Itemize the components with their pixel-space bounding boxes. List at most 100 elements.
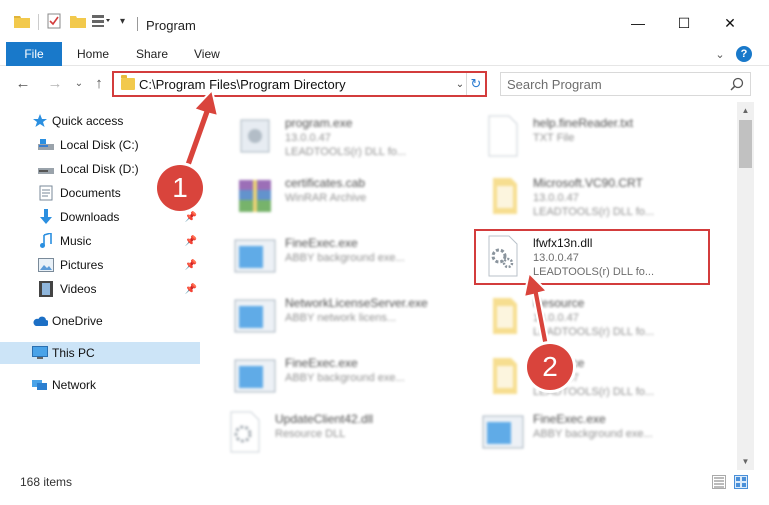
list-item[interactable]: Resource 13.0.0.47 LEADTOOLS(r) DLL fo..… <box>473 288 723 344</box>
help-icon[interactable]: ? <box>736 46 752 62</box>
dll-gear-icon <box>230 411 260 453</box>
file-meta: ABBY background exe... <box>533 428 653 440</box>
large-icons-view-icon[interactable] <box>734 475 748 489</box>
file-name: NetworkLicenseServer.exe <box>285 296 428 310</box>
maximize-button[interactable]: ☐ <box>662 10 706 36</box>
minimize-button[interactable]: — <box>616 10 660 36</box>
status-bar: 168 items <box>0 470 769 505</box>
file-name: FineExec.exe <box>533 412 606 426</box>
sidebar-item-local-disk-c[interactable]: Local Disk (C:) <box>0 134 200 156</box>
new-folder-icon[interactable] <box>70 11 86 31</box>
sidebar-item-pictures[interactable]: Pictures 📌 <box>0 254 200 276</box>
sidebar-item-music[interactable]: Music 📌 <box>0 230 200 252</box>
vertical-scrollbar[interactable]: ▲ ▼ <box>737 102 754 470</box>
title-divider <box>137 17 138 31</box>
expand-ribbon-icon[interactable]: ⌄ <box>712 46 728 62</box>
tab-share[interactable]: Share <box>136 42 168 66</box>
search-input[interactable] <box>507 76 727 92</box>
scroll-down-arrow-icon[interactable]: ▼ <box>737 453 754 470</box>
file-meta: Resource DLL <box>275 428 346 440</box>
app-window-icon <box>234 299 276 333</box>
file-meta: TXT File <box>533 132 575 144</box>
tab-home[interactable]: Home <box>77 42 109 66</box>
title-bar: ▾ Program — ☐ ✕ <box>0 0 769 42</box>
folder-icon <box>493 178 517 214</box>
file-name: Microsoft.VC90.CRT <box>533 176 643 190</box>
chevron-down-icon[interactable]: ⌄ <box>454 76 466 92</box>
list-item[interactable]: NetworkLicenseServer.exe ABBY network li… <box>225 288 475 344</box>
sidebar-item-label: Quick access <box>52 114 124 128</box>
cloud-icon <box>32 313 48 329</box>
list-item[interactable]: Resource 13.0.0.47 LEADTOOLS(r) DLL fo..… <box>473 348 723 404</box>
recent-locations-button[interactable]: ⌄ <box>70 73 88 93</box>
list-item[interactable]: Microsoft.VC90.CRT 13.0.0.47 LEADTOOLS(r… <box>473 168 723 224</box>
search-box[interactable] <box>500 72 751 96</box>
address-path[interactable]: C:\Program Files\Program Directory <box>139 77 346 92</box>
text-file-icon <box>488 115 518 157</box>
sidebar-item-downloads[interactable]: Downloads 📌 <box>0 206 200 228</box>
drive-icon <box>38 161 54 177</box>
file-meta: LEADTOOLS(r) DLL fo... <box>533 206 655 218</box>
file-list: program.exe 13.0.0.47 LEADTOOLS(r) DLL f… <box>205 102 738 470</box>
sidebar-item-this-pc[interactable]: This PC <box>0 342 200 364</box>
pin-icon[interactable]: 📌 <box>185 283 197 295</box>
sidebar-item-label: Local Disk (C:) <box>60 138 139 152</box>
sidebar-item-label: Videos <box>60 282 97 296</box>
network-icon <box>32 377 48 393</box>
sidebar-item-label: Documents <box>60 186 121 200</box>
sidebar-item-label: OneDrive <box>52 314 103 328</box>
sidebar-item-onedrive[interactable]: OneDrive <box>0 310 200 332</box>
file-name: certificates.cab <box>285 176 366 190</box>
file-name: help.fineReader.txt <box>533 116 634 130</box>
up-button[interactable]: ↑ <box>90 73 108 93</box>
download-icon <box>38 209 54 225</box>
tab-view[interactable]: View <box>194 42 220 66</box>
file-name: FineExec.exe <box>285 356 358 370</box>
pin-icon[interactable]: 📌 <box>185 235 197 247</box>
ribbon: File Home Share View ⌄ ? <box>0 42 769 66</box>
refresh-button[interactable]: ↻ <box>466 73 485 95</box>
list-item[interactable]: FineExec.exe ABBY background exe... <box>473 404 723 460</box>
file-name: UpdateClient42.dll <box>275 412 374 426</box>
back-button[interactable]: ← <box>14 73 32 93</box>
list-item[interactable]: UpdateClient42.dll Resource DLL <box>215 404 465 460</box>
sidebar-item-label: Network <box>52 378 97 392</box>
sidebar-item-videos[interactable]: Videos 📌 <box>0 278 200 300</box>
pictures-icon <box>38 257 54 273</box>
divider <box>38 14 39 30</box>
details-view-icon[interactable] <box>712 475 726 489</box>
app-window-icon <box>482 415 524 449</box>
list-item[interactable]: program.exe 13.0.0.47 LEADTOOLS(r) DLL f… <box>225 108 475 164</box>
folder-icon <box>493 358 517 394</box>
app-window-icon <box>234 359 276 393</box>
pin-icon[interactable]: 📌 <box>185 211 197 223</box>
list-item[interactable]: FineExec.exe ABBY background exe... <box>225 348 475 404</box>
close-button[interactable]: ✕ <box>708 10 752 36</box>
list-item[interactable]: FineExec.exe ABBY background exe... <box>225 228 475 284</box>
file-name: program.exe <box>285 116 353 130</box>
videos-icon <box>38 281 54 297</box>
customize-icon[interactable] <box>92 11 110 31</box>
properties-icon[interactable] <box>47 11 61 31</box>
address-bar[interactable]: C:\Program Files\Program Directory ⌄ ↻ <box>112 71 487 97</box>
scroll-thumb[interactable] <box>739 120 752 168</box>
sidebar-item-label: Local Disk (D:) <box>60 162 139 176</box>
sidebar-item-quick-access[interactable]: Quick access <box>0 110 200 132</box>
scroll-up-arrow-icon[interactable]: ▲ <box>737 102 754 119</box>
chevron-down-icon[interactable]: ▾ <box>120 11 125 31</box>
step-badge-1: 1 <box>157 165 203 211</box>
file-meta: WinRAR Archive <box>285 192 367 204</box>
tab-file[interactable]: File <box>6 42 62 66</box>
sidebar-item-label: This PC <box>52 346 95 360</box>
item-count: 168 items <box>20 475 73 489</box>
list-item[interactable]: certificates.cab WinRAR Archive <box>225 168 475 224</box>
exe-icon <box>240 119 270 153</box>
forward-button[interactable]: → <box>46 73 64 93</box>
step-badge-2: 2 <box>527 344 573 390</box>
search-icon[interactable] <box>730 77 744 91</box>
app-window-icon <box>234 239 276 273</box>
file-name: Resource <box>533 296 585 310</box>
sidebar-item-network[interactable]: Network <box>0 374 200 396</box>
pin-icon[interactable]: 📌 <box>185 259 197 271</box>
list-item[interactable]: help.fineReader.txt TXT File <box>473 108 723 164</box>
